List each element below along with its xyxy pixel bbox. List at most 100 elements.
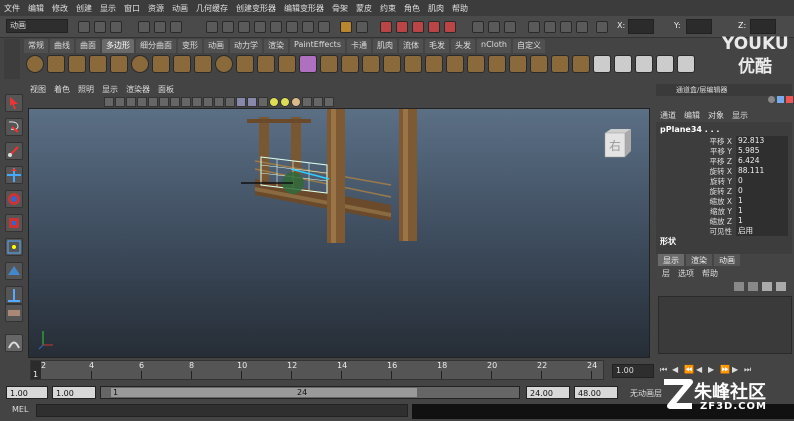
- attr-rotate-y[interactable]: 旋转 Y 0: [656, 176, 792, 186]
- scale-tool-icon[interactable]: [5, 214, 23, 232]
- menu-modify[interactable]: 修改: [52, 3, 68, 14]
- automatic-mapping-icon[interactable]: [656, 55, 674, 73]
- poly-cylinder-icon[interactable]: [68, 55, 86, 73]
- mask-dynamics-icon[interactable]: [286, 21, 298, 33]
- layer-list[interactable]: [658, 296, 792, 354]
- combine-icon[interactable]: [236, 55, 254, 73]
- attr-scale-x[interactable]: 缩放 X 1: [656, 196, 792, 206]
- planar-mapping-icon[interactable]: [593, 55, 611, 73]
- shelf-tab-deformation[interactable]: 变形: [178, 39, 202, 53]
- shelf-options[interactable]: [4, 39, 20, 79]
- grid-icon[interactable]: [148, 97, 158, 107]
- safe-action-icon[interactable]: [203, 97, 213, 107]
- xray-icon[interactable]: [313, 97, 323, 107]
- menu-muscle[interactable]: 肌肉: [428, 3, 444, 14]
- quick-layout-icon[interactable]: [5, 334, 23, 352]
- viewport-menu-show[interactable]: 显示: [102, 84, 118, 96]
- attr-rotate-x[interactable]: 旋转 X 88.111: [656, 166, 792, 176]
- lock-selection-icon[interactable]: [340, 21, 352, 33]
- mask-rendering-icon[interactable]: [302, 21, 314, 33]
- insert-edge-loop-icon[interactable]: [488, 55, 506, 73]
- boolean-difference-icon[interactable]: [341, 55, 359, 73]
- shelf-tab-dynamics[interactable]: 动力学: [230, 39, 262, 53]
- attr-value[interactable]: 92.813: [736, 136, 788, 146]
- film-gate-icon[interactable]: [159, 97, 169, 107]
- universal-manipulator-icon[interactable]: [5, 238, 23, 256]
- current-time-field[interactable]: 1.00: [612, 364, 654, 378]
- animation-layer-label[interactable]: 无动画层: [630, 388, 662, 399]
- range-slider[interactable]: 1 24: [100, 386, 520, 399]
- camera-attributes-icon[interactable]: [115, 97, 125, 107]
- attr-value[interactable]: 1: [736, 196, 788, 206]
- safe-title-icon[interactable]: [214, 97, 224, 107]
- viewport-menu-shading[interactable]: 着色: [54, 84, 70, 96]
- menu-geometry-cache[interactable]: 几何缓存: [196, 3, 228, 14]
- shapes-section-label[interactable]: 形状: [660, 236, 676, 247]
- shadows-icon[interactable]: [280, 97, 290, 107]
- attr-value[interactable]: 1: [736, 216, 788, 226]
- poly-pipe-icon[interactable]: [194, 55, 212, 73]
- mask-surfaces-icon[interactable]: [254, 21, 266, 33]
- mask-misc-icon[interactable]: [318, 21, 330, 33]
- z-input[interactable]: [750, 19, 776, 34]
- attr-rotate-z[interactable]: 旋转 Z 0: [656, 186, 792, 196]
- move-layer-down-icon[interactable]: [748, 282, 758, 291]
- time-slider[interactable]: 1 2 4 6 8 10 12 14 16 18 20 22 24: [30, 360, 604, 380]
- attr-value[interactable]: 88.111: [736, 166, 788, 176]
- poly-cone-icon[interactable]: [89, 55, 107, 73]
- menu-skin[interactable]: 蒙皮: [356, 3, 372, 14]
- shelf-tab-fur[interactable]: 毛发: [425, 39, 449, 53]
- soft-modification-icon[interactable]: [5, 262, 23, 280]
- hq-render-icon[interactable]: [291, 97, 301, 107]
- textured-icon[interactable]: [258, 97, 268, 107]
- viewport-menu-view[interactable]: 视图: [30, 84, 46, 96]
- menu-create-deformers[interactable]: 创建变形器: [236, 3, 276, 14]
- shelf-tab-general[interactable]: 常规: [24, 39, 48, 53]
- show-manipulator-icon[interactable]: [5, 286, 23, 304]
- attr-value[interactable]: 5.985: [736, 146, 788, 156]
- cb-menu-edit[interactable]: 编辑: [684, 110, 700, 121]
- mask-curves-icon[interactable]: [238, 21, 250, 33]
- animation-start-field[interactable]: 1.00: [6, 386, 48, 399]
- layer-menu-help[interactable]: 帮助: [702, 268, 718, 279]
- menu-create[interactable]: 创建: [76, 3, 92, 14]
- menu-display[interactable]: 显示: [100, 3, 116, 14]
- shelf-tab-surfaces[interactable]: 曲面: [76, 39, 100, 53]
- layer-tab-render[interactable]: 渲染: [686, 254, 712, 266]
- attr-translate-z[interactable]: 平移 Z 6.424: [656, 156, 792, 166]
- animation-end-field[interactable]: 48.00: [574, 386, 618, 399]
- attr-translate-y[interactable]: 平移 Y 5.985: [656, 146, 792, 156]
- extract-icon[interactable]: [278, 55, 296, 73]
- new-layer-icon[interactable]: [762, 282, 772, 291]
- perspective-viewport[interactable]: 右: [28, 108, 650, 358]
- cb-menu-object[interactable]: 对象: [708, 110, 724, 121]
- bookmarks-icon[interactable]: [126, 97, 136, 107]
- layer-tab-anim[interactable]: 动画: [714, 254, 740, 266]
- menu-set-dropdown[interactable]: 动画: [6, 19, 68, 33]
- bridge-icon[interactable]: [425, 55, 443, 73]
- xray-joints-icon[interactable]: [324, 97, 334, 107]
- shelf-tab-custom[interactable]: 自定义: [512, 39, 545, 53]
- smooth-shade-icon[interactable]: [236, 97, 246, 107]
- poly-sphere-icon[interactable]: [26, 55, 44, 73]
- shelf-tab-polygons[interactable]: 多边形: [102, 39, 134, 53]
- playback-end-field[interactable]: 24.00: [526, 386, 570, 399]
- isolate-select-icon[interactable]: [302, 97, 312, 107]
- new-scene-icon[interactable]: [78, 21, 90, 33]
- poly-torus-icon[interactable]: [131, 55, 149, 73]
- attr-scale-y[interactable]: 缩放 Y 1: [656, 206, 792, 216]
- wireframe-icon[interactable]: [225, 97, 235, 107]
- menu-edit-deformers[interactable]: 编辑变形器: [284, 3, 324, 14]
- render-current-icon[interactable]: [544, 21, 556, 33]
- mel-toggle[interactable]: MEL: [12, 405, 28, 414]
- render-view-icon[interactable]: [528, 21, 540, 33]
- attr-value[interactable]: 1: [736, 206, 788, 216]
- attr-value[interactable]: 0: [736, 186, 788, 196]
- cylindrical-mapping-icon[interactable]: [614, 55, 632, 73]
- viewport-menu-renderer[interactable]: 渲染器: [126, 84, 150, 96]
- mirror-geometry-icon[interactable]: [383, 55, 401, 73]
- shelf-tab-rendering[interactable]: 渲染: [264, 39, 288, 53]
- gate-mask-icon[interactable]: [181, 97, 191, 107]
- poly-soccer-ball-icon[interactable]: [215, 55, 233, 73]
- snap-grid-icon[interactable]: [380, 21, 392, 33]
